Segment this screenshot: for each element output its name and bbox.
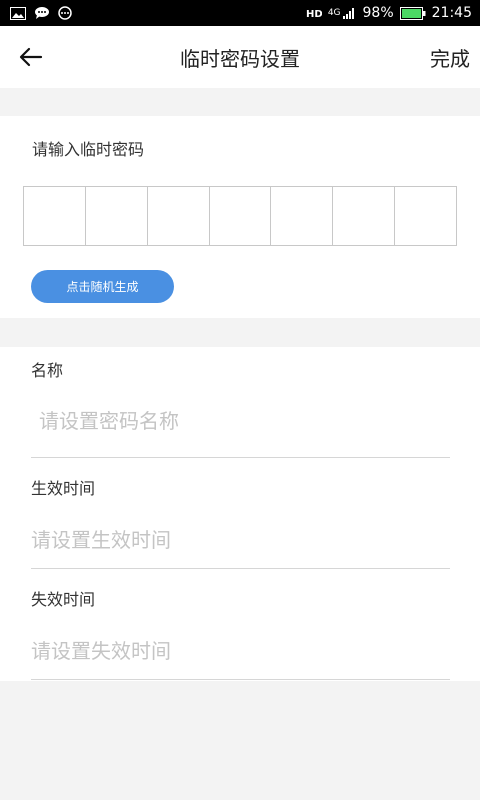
start-time-label: 生效时间 <box>31 479 96 498</box>
back-arrow-icon <box>19 47 43 67</box>
temp-password-section: 请输入临时密码 点击随机生成 <box>0 116 480 318</box>
start-time-input[interactable] <box>31 520 450 560</box>
end-time-field: 失效时间 <box>0 569 480 681</box>
page-title: 临时密码设置 <box>180 46 300 71</box>
password-digit-box-1[interactable] <box>24 187 86 245</box>
temp-password-label: 请输入临时密码 <box>32 140 145 159</box>
start-time-field: 生效时间 <box>0 458 480 569</box>
password-digit-box-2[interactable] <box>85 187 148 245</box>
nav-bar: 临时密码设置 完成 <box>0 26 480 88</box>
svg-text:HD: HD <box>306 9 322 20</box>
battery-percent: 98% <box>362 5 394 21</box>
name-input[interactable] <box>31 401 450 441</box>
password-input-boxes <box>23 186 457 246</box>
name-label: 名称 <box>31 361 64 380</box>
random-generate-button[interactable]: 点击随机生成 <box>31 270 174 303</box>
battery-icon <box>399 6 426 20</box>
gallery-icon <box>10 6 26 20</box>
password-digit-box-4[interactable] <box>209 187 272 245</box>
clock: 21:45 <box>431 5 472 21</box>
password-details-form: 名称 生效时间 失效时间 <box>0 347 480 681</box>
screen: HD 4G 98% 21:45 临时密码设置 完成 请输入临时密码 点击随机生成… <box>0 0 480 800</box>
name-field: 名称 <box>0 347 480 458</box>
network-type: 4G <box>327 8 341 18</box>
password-digit-box-6[interactable] <box>333 187 396 245</box>
done-button[interactable]: 完成 <box>430 40 470 74</box>
end-time-input[interactable] <box>31 631 450 671</box>
hd-icon: HD <box>306 6 322 20</box>
password-digit-box-3[interactable] <box>147 187 210 245</box>
end-time-label: 失效时间 <box>31 590 96 609</box>
signal-icon: 4G <box>328 7 357 19</box>
password-digit-box-5[interactable] <box>271 187 334 245</box>
end-time-divider <box>31 679 450 680</box>
password-digit-box-7[interactable] <box>395 187 457 245</box>
chat-icon <box>34 6 50 20</box>
back-button[interactable] <box>14 40 48 74</box>
more-notifications-icon <box>58 6 72 20</box>
status-bar: HD 4G 98% 21:45 <box>0 0 480 26</box>
